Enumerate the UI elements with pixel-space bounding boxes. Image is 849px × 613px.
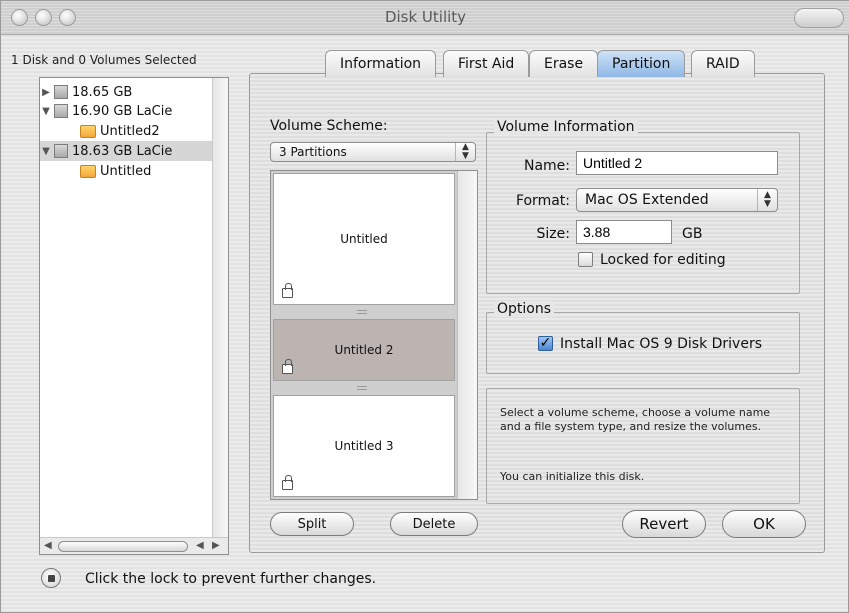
lock-icon: [282, 283, 293, 298]
help-text-initialize: You can initialize this disk.: [500, 470, 645, 483]
scroll-left-arrow-icon[interactable]: ◀: [44, 540, 52, 551]
partition-resize-handle[interactable]: [357, 310, 367, 314]
lock-message: Click the lock to prevent further change…: [85, 571, 377, 587]
disk-list-horizontal-scrollbar[interactable]: ◀ ◀ ▶: [40, 537, 228, 554]
locked-for-editing-label: Locked for editing: [600, 252, 726, 268]
popup-arrows-icon: ▲ ▼: [757, 189, 777, 211]
tab-first-aid[interactable]: First Aid: [443, 50, 530, 77]
disk-item-label: 16.90 GB LaCie: [72, 103, 173, 119]
format-popup[interactable]: Mac OS Extended ▲ ▼: [576, 188, 778, 212]
disk-item-label: 18.65 GB: [72, 84, 133, 100]
partition-name: Untitled 2: [334, 343, 394, 357]
partition-map[interactable]: Untitled Untitled 2 Untitled 3: [270, 170, 478, 500]
tab-information[interactable]: Information: [325, 50, 437, 77]
revert-button[interactable]: Revert: [622, 510, 706, 538]
disclosure-collapsed-icon[interactable]: ▶: [40, 87, 52, 98]
install-drivers-checkbox[interactable]: ✓: [538, 336, 553, 351]
size-unit: GB: [682, 226, 703, 242]
size-field[interactable]: [576, 220, 672, 244]
disk-item-18-65-gb[interactable]: ▶ 18.65 GB: [40, 82, 132, 102]
hard-disk-icon: [54, 144, 68, 158]
size-label: Size:: [536, 226, 570, 242]
popup-arrows-icon: ▲ ▼: [455, 143, 475, 161]
partition-untitled[interactable]: Untitled: [273, 173, 455, 305]
partition-name: Untitled 3: [334, 439, 394, 453]
lock-icon[interactable]: [41, 568, 61, 588]
partition-untitled-3[interactable]: Untitled 3: [273, 395, 455, 497]
tab-partition[interactable]: Partition: [597, 50, 686, 77]
format-label: Format:: [515, 193, 570, 209]
volume-icon: [80, 124, 96, 138]
selection-status: 1 Disk and 0 Volumes Selected: [11, 53, 197, 67]
volume-scheme-popup[interactable]: 3 Partitions ▲ ▼: [270, 142, 476, 162]
volume-item-label: Untitled: [100, 163, 152, 179]
disk-utility-window: Disk Utility 1 Disk and 0 Volumes Select…: [0, 0, 849, 613]
volume-icon: [80, 164, 96, 178]
split-button[interactable]: Split: [270, 512, 354, 536]
disk-list-vertical-scrollbar[interactable]: [212, 78, 228, 538]
volume-item-untitled[interactable]: Untitled: [40, 161, 151, 181]
volume-name-field[interactable]: [576, 151, 778, 175]
lock-icon: [282, 475, 293, 490]
disclosure-expanded-icon[interactable]: ▼: [40, 146, 52, 157]
partition-panel: Volume Scheme: 3 Partitions ▲ ▼ Untitled …: [249, 73, 825, 553]
volume-information-label: Volume Information: [494, 119, 638, 135]
disk-item-16-90-gb-lacie[interactable]: ▼ 16.90 GB LaCie: [40, 101, 172, 121]
locked-for-editing-checkbox[interactable]: [578, 252, 593, 267]
disclosure-expanded-icon[interactable]: ▼: [40, 106, 52, 117]
toolbar-toggle-button[interactable]: [794, 8, 844, 28]
help-text: Select a volume scheme, choose a volume …: [500, 406, 771, 433]
ok-button[interactable]: OK: [722, 510, 806, 538]
tab-erase[interactable]: Erase: [529, 50, 599, 77]
scroll-right-arrow-icon[interactable]: ▶: [212, 540, 220, 551]
install-drivers-label: Install Mac OS 9 Disk Drivers: [560, 336, 763, 352]
partition-untitled-2[interactable]: Untitled 2: [273, 319, 455, 381]
delete-button[interactable]: Delete: [390, 512, 478, 536]
lock-icon: [282, 359, 293, 374]
volume-item-untitled2[interactable]: Untitled2: [40, 121, 160, 141]
disk-item-18-63-gb-lacie[interactable]: ▼ 18.63 GB LaCie: [40, 141, 212, 161]
hard-disk-icon: [54, 104, 68, 118]
scroll-left-arrow-icon[interactable]: ◀: [196, 540, 204, 551]
scroll-thumb[interactable]: [58, 541, 188, 552]
partition-map-scrollbar[interactable]: [457, 171, 477, 499]
options-label: Options: [494, 301, 555, 317]
title-bar[interactable]: Disk Utility: [1, 1, 849, 35]
window-title: Disk Utility: [384, 8, 467, 26]
format-value: Mac OS Extended: [585, 192, 709, 208]
disk-item-label: 18.63 GB LaCie: [72, 143, 173, 159]
partition-name: Untitled: [340, 232, 388, 246]
name-label: Name:: [523, 158, 570, 174]
partition-resize-handle[interactable]: [357, 386, 367, 390]
volume-scheme-label: Volume Scheme:: [270, 118, 388, 134]
hard-disk-icon: [54, 85, 68, 99]
volume-item-label: Untitled2: [100, 123, 160, 139]
tab-raid[interactable]: RAID: [691, 50, 755, 77]
disk-list[interactable]: ▶ 18.65 GB ▼ 16.90 GB LaCie Untitled2 ▼ …: [39, 77, 229, 555]
volume-scheme-value: 3 Partitions: [279, 145, 347, 159]
